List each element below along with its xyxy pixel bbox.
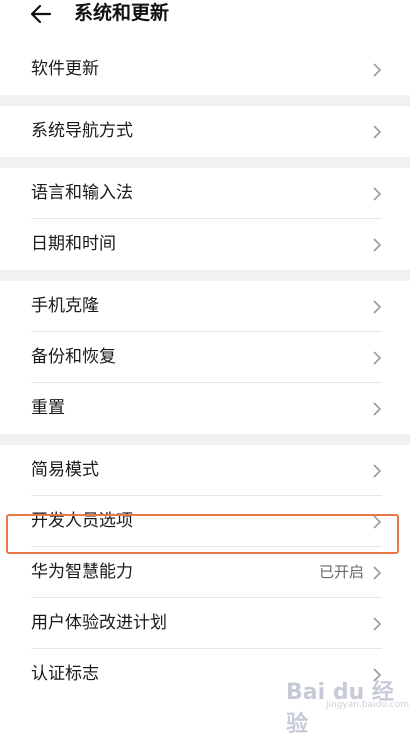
item-label: 华为智慧能力	[31, 562, 133, 582]
item-label: 用户体验改进计划	[31, 613, 167, 633]
settings-item-phone-clone[interactable]: 手机克隆	[0, 281, 410, 332]
item-label: 认证标志	[31, 664, 99, 684]
item-label: 开发人员选项	[31, 511, 133, 531]
chevron-right-icon	[373, 402, 382, 416]
settings-item-huawei-smart[interactable]: 华为智慧能力 已开启	[0, 547, 410, 598]
settings-item-certification[interactable]: 认证标志	[0, 649, 410, 700]
status-value: 已开启	[318, 563, 364, 581]
chevron-right-icon	[373, 351, 382, 365]
settings-item-language-input[interactable]: 语言和输入法	[0, 168, 410, 219]
chevron-right-icon	[373, 187, 382, 201]
settings-item-developer-options[interactable]: 开发人员选项	[0, 496, 410, 547]
section-divider	[0, 270, 410, 281]
chevron-right-icon	[373, 617, 382, 631]
settings-item-software-update[interactable]: 软件更新	[0, 44, 410, 95]
settings-item-reset[interactable]: 重置	[0, 383, 410, 434]
chevron-right-icon	[373, 63, 382, 77]
item-label: 软件更新	[31, 59, 99, 79]
settings-list: 软件更新 系统导航方式 语言和输入法 日期和时间 手机克隆 备份和恢复 重置 简…	[0, 44, 410, 700]
chevron-right-icon	[373, 464, 382, 478]
item-label: 简易模式	[31, 460, 99, 480]
item-label: 手机克隆	[31, 296, 99, 316]
chevron-right-icon	[373, 566, 382, 580]
item-label: 重置	[31, 398, 65, 418]
settings-item-user-experience[interactable]: 用户体验改进计划	[0, 598, 410, 649]
chevron-right-icon	[373, 238, 382, 252]
section-divider	[0, 434, 410, 445]
settings-item-backup-restore[interactable]: 备份和恢复	[0, 332, 410, 383]
item-label: 日期和时间	[31, 234, 116, 254]
watermark-subtext: jingyan.baidu.com	[326, 700, 410, 710]
arrow-left-icon	[30, 4, 52, 24]
section-divider	[0, 95, 410, 106]
settings-item-simple-mode[interactable]: 简易模式	[0, 445, 410, 496]
chevron-right-icon	[373, 515, 382, 529]
page-title: 系统和更新	[74, 2, 170, 24]
item-label: 系统导航方式	[31, 121, 133, 141]
section-divider	[0, 157, 410, 168]
item-label: 备份和恢复	[31, 347, 116, 367]
chevron-right-icon	[373, 125, 382, 139]
back-button[interactable]	[22, 0, 62, 30]
settings-item-date-time[interactable]: 日期和时间	[0, 219, 410, 270]
settings-item-system-navigation[interactable]: 系统导航方式	[0, 106, 410, 157]
chevron-right-icon	[373, 300, 382, 314]
item-label: 语言和输入法	[31, 183, 133, 203]
chevron-right-icon	[373, 668, 382, 682]
app-header: 系统和更新	[0, 0, 410, 44]
